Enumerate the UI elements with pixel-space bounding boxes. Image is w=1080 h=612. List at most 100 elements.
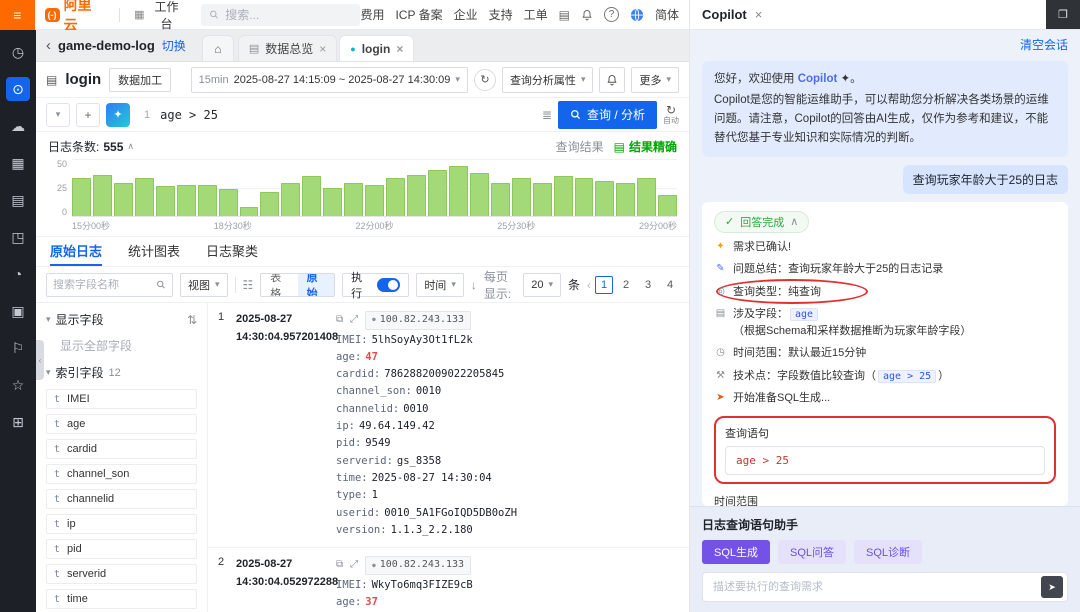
segment-raw[interactable]: 原始	[297, 273, 335, 296]
log-field[interactable]: channel_son: 0010	[336, 383, 679, 400]
source-ip-tag[interactable]: ● 100.82.243.133	[365, 556, 472, 575]
assistant-button-SQL问答[interactable]: SQL问答	[778, 540, 847, 564]
copy-icon[interactable]: ⧉	[336, 312, 343, 329]
log-service-icon[interactable]: ⊙	[6, 77, 30, 101]
tab-统计图表[interactable]: 统计图表	[128, 237, 180, 266]
copy-icon[interactable]: ⧉	[336, 557, 343, 574]
send-button[interactable]: ➤	[1041, 576, 1063, 598]
field-item-cardid[interactable]: t cardid	[46, 439, 197, 459]
pie-icon[interactable]: ◔	[6, 262, 30, 286]
log-field[interactable]: type: 1	[336, 487, 679, 504]
apps-icon[interactable]: ⊞	[6, 410, 30, 434]
history-icon[interactable]: ◷	[6, 40, 30, 64]
histogram-bar[interactable]	[637, 178, 657, 216]
query-text[interactable]: age > 25	[160, 108, 218, 122]
display-fields-header[interactable]: ▾ 显示字段 ⇅	[46, 311, 197, 328]
topbar-link-支持[interactable]: 支持	[489, 6, 513, 23]
columns-icon[interactable]: ≣	[542, 108, 552, 122]
back-icon[interactable]: ‹	[46, 38, 51, 53]
document-icon[interactable]: ▤	[559, 8, 570, 22]
expand-icon[interactable]: ⤢	[350, 312, 358, 329]
refresh-button[interactable]: ↻	[473, 68, 496, 91]
histogram-bar[interactable]	[92, 174, 112, 216]
histogram-bar[interactable]	[595, 180, 615, 216]
star-icon[interactable]: ☆	[6, 373, 30, 397]
histogram-bar[interactable]	[616, 182, 636, 216]
time-range-picker[interactable]: 15min 2025-08-27 14:15:09 ~ 2025-08-27 1…	[190, 66, 468, 93]
workspace-tab-login[interactable]: ● login ×	[339, 35, 415, 61]
histogram-bar[interactable]	[511, 178, 531, 216]
field-item-serverid[interactable]: t serverid	[46, 564, 197, 584]
histogram-bar[interactable]	[302, 176, 322, 216]
log-field[interactable]: age: 37	[336, 594, 679, 611]
histogram-bar[interactable]	[386, 178, 405, 216]
topbar-link-工单[interactable]: 工单	[524, 6, 548, 23]
field-item-age[interactable]: t age	[46, 414, 197, 434]
topbar-search[interactable]	[201, 3, 361, 26]
histogram-bar[interactable]	[407, 174, 426, 216]
field-search-input[interactable]	[53, 278, 153, 291]
field-item-channel_son[interactable]: t channel_son	[46, 464, 197, 484]
assistant-input[interactable]: ➤	[702, 572, 1068, 602]
log-field[interactable]: time: 2025-08-27 14:30:04	[336, 470, 679, 487]
topbar-link-ICP 备案[interactable]: ICP 备案	[395, 6, 442, 23]
histogram-bar[interactable]	[260, 192, 280, 216]
expand-icon[interactable]: ⤢	[350, 557, 358, 574]
collapse-chart-icon[interactable]: ∧	[127, 141, 134, 152]
query-editor[interactable]: 1 age > 25	[136, 102, 536, 128]
histogram-bar[interactable]	[155, 186, 175, 216]
search-analyze-button[interactable]: 查询 / 分析	[557, 100, 657, 129]
query-statement-code[interactable]: age > 25	[725, 445, 1045, 475]
field-item-time[interactable]: t time	[46, 589, 197, 609]
log-field[interactable]: cardid: 7862882009022205845	[336, 366, 679, 383]
assistant-button-SQL生成[interactable]: SQL生成	[702, 540, 771, 564]
query-properties-dropdown[interactable]: 查询分析属性 ▾	[501, 66, 594, 93]
field-item-channelid[interactable]: t channelid	[46, 489, 197, 509]
clear-session-link[interactable]: 清空会话	[702, 36, 1068, 53]
log-field[interactable]: pid: 9549	[336, 435, 679, 452]
tab-日志聚类[interactable]: 日志聚类	[206, 237, 258, 266]
exec-toggle[interactable]: 执行	[342, 272, 410, 300]
alerts-button[interactable]	[599, 66, 626, 93]
box-icon[interactable]: ◳	[6, 225, 30, 249]
field-search[interactable]	[46, 272, 173, 297]
answer-status-pill[interactable]: ✓ 回答完成 ∧	[714, 210, 810, 233]
help-icon[interactable]: ?	[603, 7, 619, 22]
docs-icon[interactable]: ▤	[6, 188, 30, 212]
field-item-IMEI[interactable]: t IMEI	[46, 389, 197, 409]
switch-project-link[interactable]: 切换	[162, 37, 186, 54]
histogram-bar[interactable]	[365, 185, 385, 216]
log-field[interactable]: channelid: 0010	[336, 401, 679, 418]
histogram-bar[interactable]	[176, 185, 196, 216]
histogram-bar[interactable]	[427, 170, 447, 216]
log-field[interactable]: serverid: gs_8358	[336, 453, 679, 470]
histogram-bar[interactable]	[490, 182, 510, 216]
field-item-pid[interactable]: t pid	[46, 539, 197, 559]
auto-refresh-button[interactable]: ↻ 自动	[663, 104, 679, 125]
histogram-bar[interactable]	[281, 182, 301, 216]
bell-icon[interactable]	[581, 9, 593, 21]
workspace-tab-数据总览[interactable]: ▤ 数据总览 ×	[237, 35, 338, 61]
close-icon[interactable]: ×	[319, 42, 326, 56]
histogram-bar[interactable]	[72, 178, 91, 216]
close-icon[interactable]: ×	[755, 7, 763, 22]
topbar-search-input[interactable]	[225, 7, 353, 22]
histogram-bar[interactable]	[553, 176, 573, 216]
close-icon[interactable]: ×	[396, 42, 403, 56]
cloud-icon[interactable]: ☁	[6, 114, 30, 138]
add-tab-button[interactable]: +	[76, 102, 100, 127]
globe-icon[interactable]	[630, 8, 644, 22]
show-all-fields[interactable]: 显示全部字段	[60, 337, 197, 354]
per-page-dropdown[interactable]: 20 ▾	[523, 272, 561, 297]
product-menu-button[interactable]: ≡	[0, 0, 35, 30]
page-1[interactable]: 1	[595, 275, 613, 294]
histogram-bar[interactable]	[448, 165, 468, 216]
index-fields-header[interactable]: ▾ 索引字段 12	[46, 364, 197, 381]
histogram-bar[interactable]	[113, 182, 133, 216]
collapse-query-button[interactable]: ▾	[46, 102, 70, 127]
panel-toggle-button[interactable]: ❐	[1046, 0, 1080, 29]
topbar-link-企业[interactable]: 企业	[454, 6, 478, 23]
histogram-bar[interactable]	[218, 188, 238, 216]
panel-collapse-handle[interactable]: ‹	[36, 340, 44, 380]
source-ip-tag[interactable]: ● 100.82.243.133	[365, 311, 472, 330]
